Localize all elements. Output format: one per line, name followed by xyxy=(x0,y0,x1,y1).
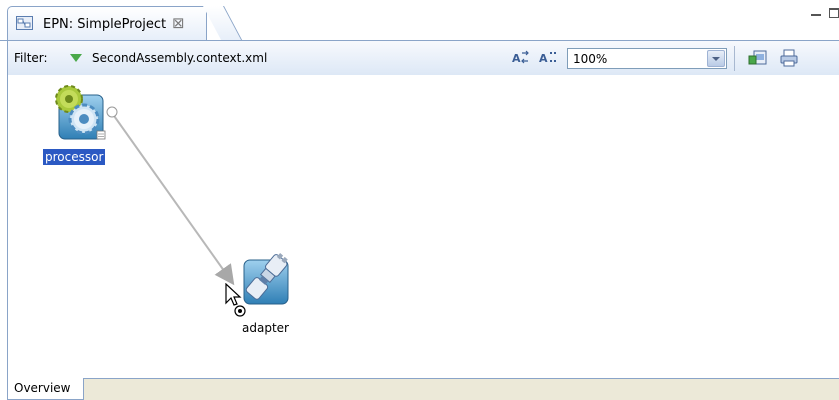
bottom-tab-bar: Overview xyxy=(7,378,839,400)
processor-gears-icon xyxy=(55,85,106,140)
svg-text:A: A xyxy=(512,52,521,65)
edge-processor-to-adapter xyxy=(111,112,235,286)
maximize-icon[interactable] xyxy=(829,8,839,18)
svg-text:A: A xyxy=(539,52,548,65)
close-icon[interactable]: ⊠ xyxy=(172,14,185,32)
filter-dropdown-arrow-icon[interactable] xyxy=(70,54,82,62)
tab-title: EPN: SimpleProject xyxy=(43,17,167,32)
minimize-icon[interactable] xyxy=(811,14,821,16)
toolbar-separator xyxy=(734,46,735,71)
print-icon[interactable] xyxy=(779,49,799,67)
export-image-icon[interactable] xyxy=(748,49,768,67)
node-label-processor: processor xyxy=(43,149,106,165)
mouse-pointer-icon xyxy=(225,283,246,317)
zoom-value: 100% xyxy=(573,52,608,66)
diagram-edges xyxy=(106,106,235,286)
editor-tab-bar: EPN: SimpleProject ⊠ xyxy=(0,0,839,41)
tab-epn-simpleproject[interactable]: EPN: SimpleProject ⊠ xyxy=(7,6,207,41)
auto-layout-icon[interactable]: A xyxy=(511,49,531,67)
epn-editor-icon xyxy=(16,16,33,30)
chevron-down-icon[interactable] xyxy=(707,50,725,67)
filter-toolbar: Filter: SecondAssembly.context.xml A A 1… xyxy=(7,41,839,75)
tab-overview-label: Overview xyxy=(14,381,71,395)
filter-value[interactable]: SecondAssembly.context.xml xyxy=(92,51,267,65)
node-processor[interactable]: processor xyxy=(43,83,115,167)
tab-overview[interactable]: Overview xyxy=(8,378,84,400)
align-grid-icon[interactable]: A xyxy=(538,49,558,67)
node-label-adapter: adapter xyxy=(242,321,289,335)
window-controls xyxy=(799,6,839,26)
filter-label: Filter: xyxy=(14,51,48,65)
zoom-combo[interactable]: 100% xyxy=(567,48,727,69)
epn-diagram-canvas[interactable]: processor adapter xyxy=(7,75,839,378)
